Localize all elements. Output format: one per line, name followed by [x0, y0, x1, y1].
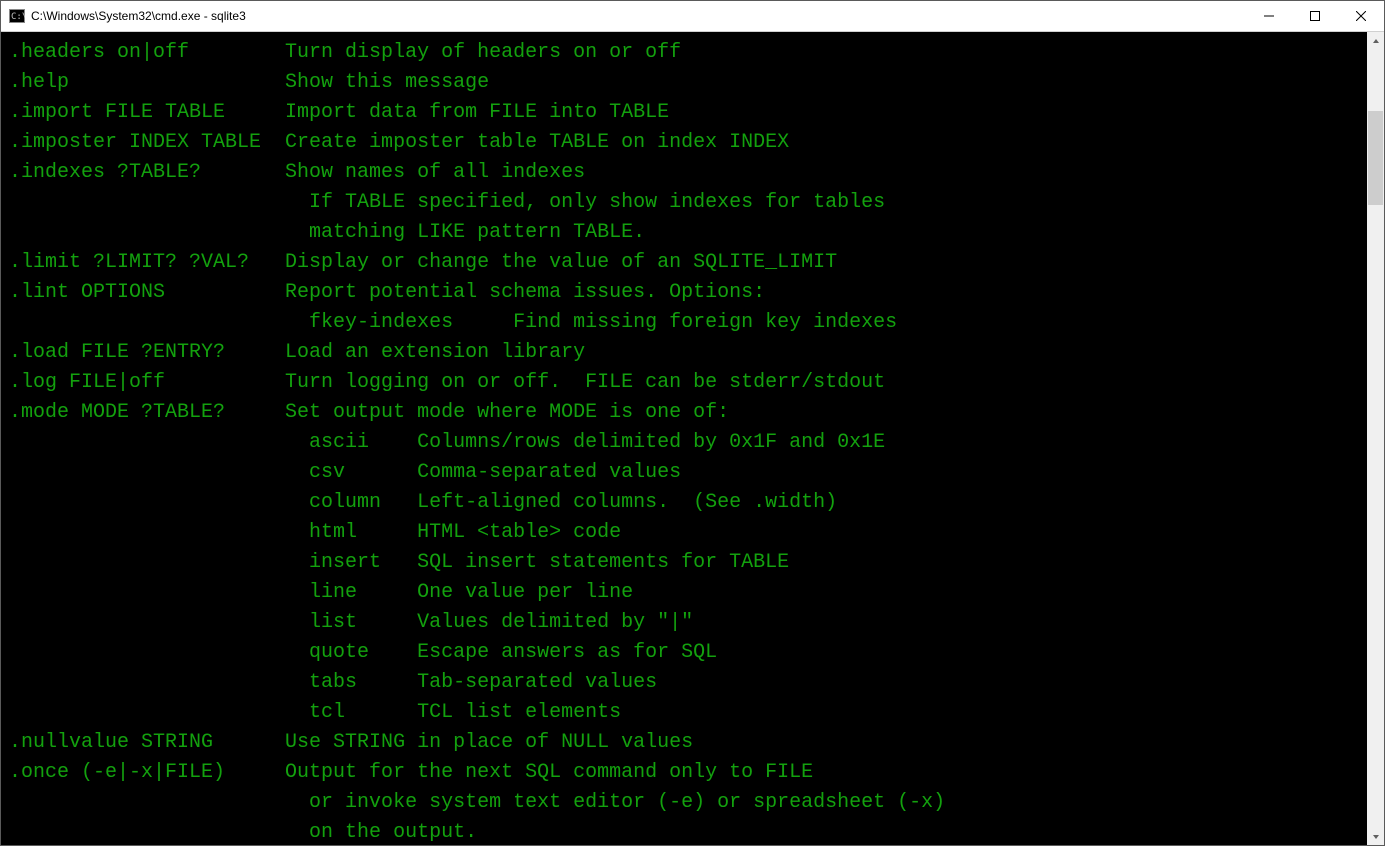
chevron-up-icon	[1372, 37, 1380, 45]
close-icon	[1356, 11, 1366, 21]
cmd-icon: C:\	[9, 8, 25, 24]
client-area: .headers on|off Turn display of headers …	[1, 32, 1384, 845]
vertical-scrollbar[interactable]	[1367, 32, 1384, 845]
scroll-down-button[interactable]	[1367, 828, 1384, 845]
maximize-icon	[1310, 11, 1320, 21]
chevron-down-icon	[1372, 833, 1380, 841]
close-button[interactable]	[1338, 1, 1384, 31]
scrollbar-thumb[interactable]	[1368, 111, 1383, 204]
window-title: C:\Windows\System32\cmd.exe - sqlite3	[31, 9, 246, 23]
scroll-up-button[interactable]	[1367, 32, 1384, 49]
maximize-button[interactable]	[1292, 1, 1338, 31]
title-bar[interactable]: C:\ C:\Windows\System32\cmd.exe - sqlite…	[1, 1, 1384, 32]
svg-text:C:\: C:\	[11, 12, 25, 22]
terminal-output[interactable]: .headers on|off Turn display of headers …	[1, 32, 1367, 845]
minimize-icon	[1264, 11, 1274, 21]
minimize-button[interactable]	[1246, 1, 1292, 31]
app-window: C:\ C:\Windows\System32\cmd.exe - sqlite…	[0, 0, 1385, 846]
scrollbar-track[interactable]	[1367, 49, 1384, 828]
